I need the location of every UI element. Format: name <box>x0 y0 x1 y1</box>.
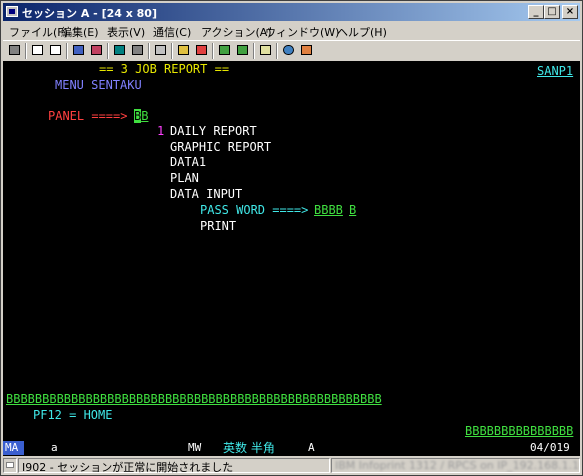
session-indicator: a <box>51 441 58 454</box>
receive-icon[interactable] <box>89 43 105 58</box>
emulator-window: セッション A - [24 x 80] _ □ × ファイル(F) 編集(E) … <box>0 0 583 476</box>
macro-stop-icon[interactable] <box>194 43 210 58</box>
menu-title: MENU SENTAKU <box>55 78 142 92</box>
window-title: セッション A - [24 x 80] <box>22 7 157 20</box>
input-mode: 英数 半角 <box>223 441 275 455</box>
help-icon[interactable] <box>258 43 274 58</box>
menu-bar: ファイル(F) 編集(E) 表示(V) 通信(C) アクション(A) ウィンドウ… <box>3 22 580 40</box>
message-line: BBBBBBBBBBBBBBBBBBBBBBBBBBBBBBBBBBBBBBBB… <box>6 392 382 406</box>
status-bar: I902 - セッションが正常に開始されました IBM Infoprint 13… <box>3 457 580 474</box>
terminal-screen[interactable]: == 3 JOB REPORT == SANP1 MENU SENTAKU PA… <box>3 61 580 440</box>
menu-item-data-input[interactable]: DATA INPUT <box>170 186 242 202</box>
toolbar-separator <box>171 43 173 59</box>
title-bar[interactable]: セッション A - [24 x 80] _ □ × <box>3 3 580 21</box>
menu-help[interactable]: ヘルプ(H) <box>337 24 387 40</box>
cursor-position: 04/019 <box>530 441 570 454</box>
cursor: B <box>134 109 142 123</box>
toolbar-separator <box>107 43 109 59</box>
toolbar-separator <box>25 43 27 59</box>
send-icon[interactable] <box>71 43 87 58</box>
toolbar-separator <box>276 43 278 59</box>
toolbar-separator <box>148 43 150 59</box>
mw-indicator: MW <box>188 441 202 454</box>
menu-item-plan[interactable]: PLAN <box>170 170 199 186</box>
toolbar-separator <box>66 43 68 59</box>
screen-header: == 3 JOB REPORT == <box>99 62 230 76</box>
maximize-button[interactable]: □ <box>544 5 560 19</box>
minimize-button[interactable]: _ <box>528 5 544 19</box>
password-input-2[interactable]: B <box>349 202 356 218</box>
panel-input[interactable]: BB <box>134 108 148 124</box>
host-info: IBM Infoprint 1312 / RPCS on IP_192.168.… <box>335 459 580 472</box>
menu-item-daily-report[interactable]: DAILY REPORT <box>170 123 257 139</box>
menu-item-data1[interactable]: DATA1 <box>170 154 206 170</box>
insert-indicator: A <box>308 441 315 454</box>
menu-item-graphic-report[interactable]: GRAPHIC REPORT <box>170 139 271 155</box>
print-screen-icon[interactable] <box>7 43 23 58</box>
connection-icon <box>3 458 17 473</box>
keyboard-map-icon[interactable] <box>130 43 146 58</box>
menu-file[interactable]: ファイル(F) <box>9 24 68 40</box>
web-link-icon[interactable] <box>281 43 297 58</box>
menu-item-print[interactable]: PRINT <box>200 218 236 234</box>
status-message: I902 - セッションが正常に開始されました <box>22 461 234 474</box>
terminal-session-icon[interactable] <box>6 6 18 17</box>
status-message-pane: I902 - セッションが正常に開始されました <box>18 458 330 474</box>
close-button[interactable]: × <box>562 5 578 19</box>
host-info-pane: IBM Infoprint 1312 / RPCS on IP_192.168.… <box>331 458 580 473</box>
display-setup-icon[interactable] <box>112 43 128 58</box>
macro-record-icon[interactable] <box>176 43 192 58</box>
menu-window[interactable]: ウィンドウ(W) <box>265 24 339 40</box>
macro-play-icon[interactable] <box>153 43 169 58</box>
operator-info-area: MA a MW 英数 半角 A 04/019 <box>3 440 580 456</box>
toolbar-separator <box>253 43 255 59</box>
copy-icon[interactable] <box>30 43 46 58</box>
menu-action[interactable]: アクション(A) <box>201 24 272 40</box>
system-id: SANP1 <box>537 64 574 78</box>
bottom-field[interactable]: BBBBBBBBBBBBBBB <box>465 423 573 439</box>
password-input-1[interactable]: BBBB <box>314 202 343 218</box>
customize-icon[interactable] <box>299 43 315 58</box>
pf-key-hint: PF12 = HOME <box>33 408 113 422</box>
password-label: PASS WORD ====> <box>200 203 309 217</box>
panel-label: PANEL ====> <box>48 109 128 123</box>
file-transfer-send-icon[interactable] <box>217 43 233 58</box>
menu-view[interactable]: 表示(V) <box>107 24 145 40</box>
menu-edit[interactable]: 編集(E) <box>61 24 99 40</box>
toolbar-separator <box>212 43 214 59</box>
toolbar <box>3 40 580 62</box>
ma-indicator: MA <box>5 441 19 454</box>
paste-icon[interactable] <box>48 43 64 58</box>
file-transfer-receive-icon[interactable] <box>235 43 251 58</box>
selected-number: 1 <box>157 124 165 138</box>
menu-communication[interactable]: 通信(C) <box>153 24 191 40</box>
